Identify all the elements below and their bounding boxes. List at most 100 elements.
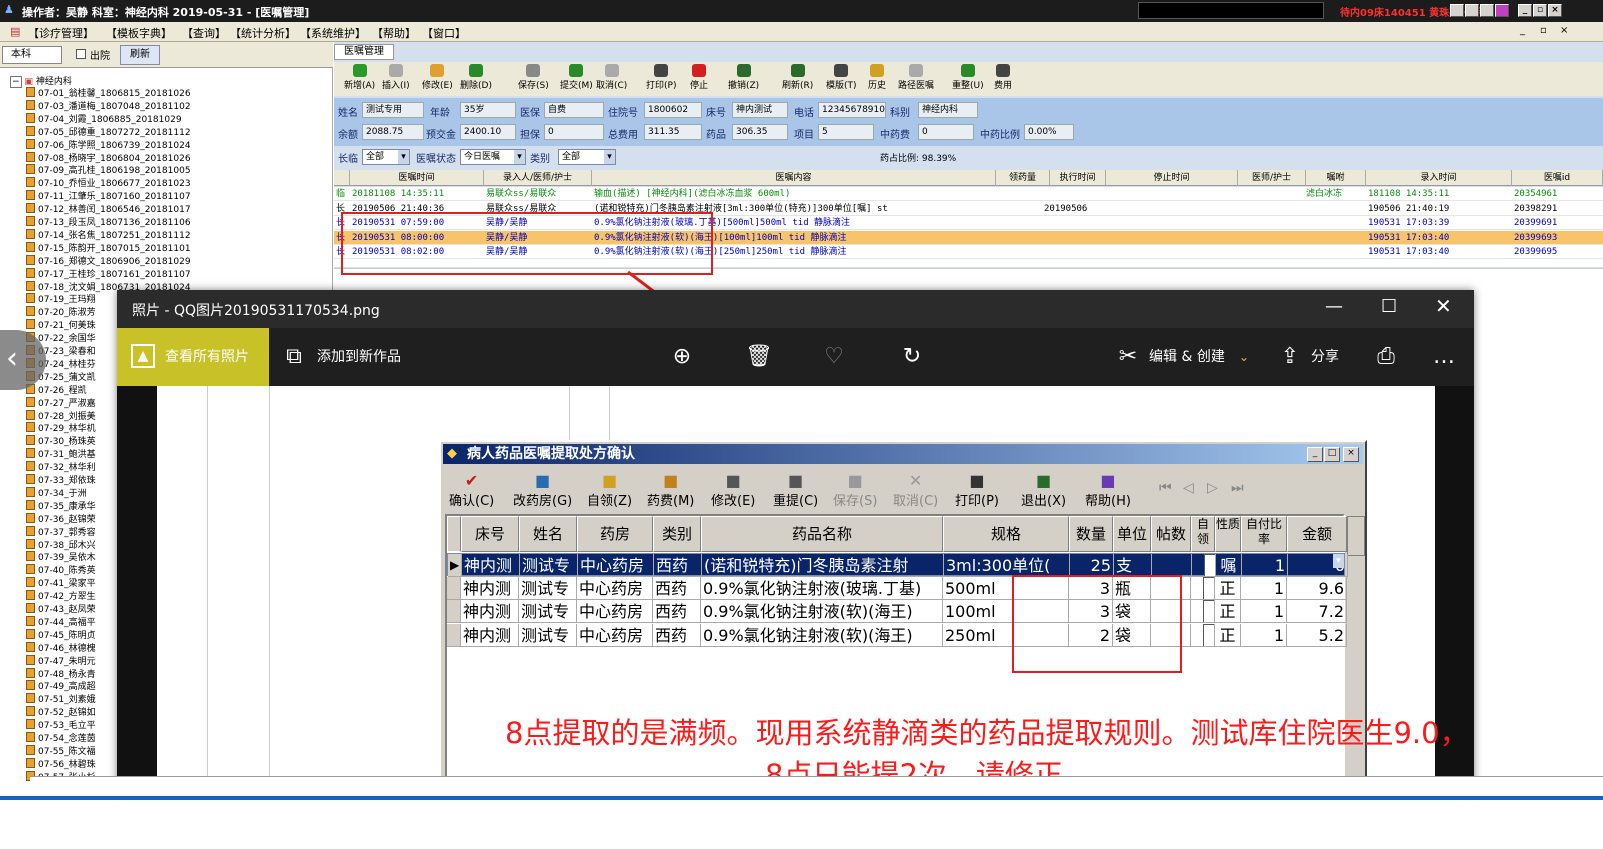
- dialog-toolbar-button-4[interactable]: ■ 修改(E): [711, 472, 755, 510]
- menu-query[interactable]: 【查询】: [182, 25, 226, 41]
- dialog-toolbar-button-7[interactable]: ✕ 取消(C): [893, 472, 938, 510]
- toolbar-button-2[interactable]: 修改(E): [422, 64, 453, 91]
- dialog-toolbar-button-1[interactable]: ■ 改药房(G): [513, 472, 572, 510]
- title-btn-3[interactable]: [1480, 4, 1494, 17]
- print-icon[interactable]: ⎙: [1373, 344, 1399, 370]
- dialog-toolbar-button-10[interactable]: ■ 帮助(H): [1085, 472, 1131, 510]
- prescription-row[interactable]: 神内测 测试专 中心药房 西药 0.9%氯化钠注射液(软)(海王) 250ml 2 袋正 1 5.…: [447, 623, 1347, 647]
- filter-status-select[interactable]: 今日医嘱: [460, 149, 526, 165]
- tree-patient-item[interactable]: 07-34_于洲: [26, 486, 87, 499]
- toolbar-button-6[interactable]: 取消(C): [596, 64, 627, 91]
- grid-header-cell[interactable]: 医嘱id: [1512, 170, 1603, 186]
- toolbar-button-12[interactable]: 历史: [868, 64, 886, 91]
- dialog-header-cell[interactable]: 姓名: [519, 516, 577, 552]
- discharge-checkbox[interactable]: [76, 49, 86, 59]
- prescription-row[interactable]: ▶ 神内测 测试专 中心药房 西药 (诺和锐特充)门冬胰岛素注射 3ml:300单位(25 支…: [447, 553, 1348, 577]
- menu-diagnosis[interactable]: 【诊疗管理】: [28, 25, 94, 41]
- mdi-restore-icon[interactable]: ▫: [1540, 25, 1547, 36]
- more-icon[interactable]: …: [1431, 344, 1457, 370]
- toolbar-button-10[interactable]: 刷新(R): [782, 64, 813, 91]
- prescription-cell-self[interactable]: [1192, 554, 1216, 577]
- tree-patient-item[interactable]: 07-10_乔恒业_1806677_20181023: [26, 176, 191, 189]
- photo-maximize-icon[interactable]: ☐: [1381, 296, 1397, 317]
- tree-patient-item[interactable]: 07-08_杨晓宇_1806804_20181026: [26, 151, 191, 164]
- edit-create-icon[interactable]: ✂: [1115, 344, 1141, 370]
- refresh-button[interactable]: 刷新: [120, 45, 160, 65]
- add-creation-label[interactable]: 添加到新作品: [317, 328, 401, 386]
- tree-patient-item[interactable]: 07-13_段玉凤_1807136_20181106: [26, 215, 191, 228]
- filter-category-select[interactable]: 全部: [558, 149, 616, 165]
- tree-patient-item[interactable]: 07-16_郑德文_1806906_20181029: [26, 254, 191, 267]
- favorite-icon[interactable]: ♡: [821, 344, 847, 370]
- tree-patient-item[interactable]: 07-21_何美珠: [26, 318, 96, 331]
- nav-icon-2[interactable]: ▷: [1207, 480, 1218, 496]
- mdi-close-icon[interactable]: ×: [1560, 25, 1568, 36]
- tree-patient-item[interactable]: 07-48_杨永青: [26, 667, 96, 680]
- tree-patient-item[interactable]: 07-31_鲍洪基: [26, 447, 96, 460]
- tab-order-management[interactable]: 医嘱管理: [334, 44, 394, 60]
- dialog-header-cell[interactable]: 单位: [1113, 516, 1151, 552]
- tree-patient-item[interactable]: 07-01_翁桂馨_1806815_20181026: [26, 86, 191, 99]
- tree-patient-item[interactable]: 07-44_高福平: [26, 615, 96, 628]
- tree-patient-item[interactable]: 07-27_严淑嘉: [26, 396, 96, 409]
- toolbar-button-1[interactable]: 插入(I): [382, 64, 410, 91]
- tree-patient-item[interactable]: 07-49_高成超: [26, 679, 96, 692]
- tree-patient-item[interactable]: 07-29_林华机: [26, 421, 96, 434]
- menu-help[interactable]: 【帮助】: [372, 25, 416, 41]
- prescription-cell-self[interactable]: [1191, 623, 1215, 647]
- order-row[interactable]: 临 20181108 14:35:11 易联众ss/易联众 输血(描述) [神经内科]…: [334, 187, 1603, 201]
- dialog-header-cell[interactable]: 药品名称: [701, 516, 943, 552]
- grid-header-cell[interactable]: [334, 170, 350, 186]
- tree-patient-item[interactable]: 07-17_王桂珍_1807161_20181107: [26, 267, 191, 280]
- dialog-header-cell[interactable]: 数量: [1069, 516, 1113, 552]
- rotate-icon[interactable]: ↻: [899, 344, 925, 370]
- tree-patient-item[interactable]: 07-37_郭秀容: [26, 525, 96, 538]
- menu-system[interactable]: 【系统维护】: [300, 25, 366, 41]
- tree-patient-item[interactable]: 07-46_林德槐: [26, 641, 96, 654]
- edit-create-label[interactable]: 编辑 & 创建: [1149, 328, 1225, 386]
- share-icon[interactable]: ⇪: [1277, 344, 1303, 370]
- dialog-toolbar-button-5[interactable]: ■ 重提(C): [773, 472, 818, 510]
- toolbar-button-4[interactable]: 保存(S): [518, 64, 549, 91]
- toolbar-button-14[interactable]: 重整(U): [952, 64, 984, 91]
- menu-statistics[interactable]: 【统计分析】: [230, 25, 296, 41]
- zoom-in-icon[interactable]: ⊕: [669, 344, 695, 370]
- tree-patient-item[interactable]: 07-54_念莲茵: [26, 731, 96, 744]
- prescription-cell-self[interactable]: [1191, 600, 1215, 623]
- toolbar-button-7[interactable]: 打印(P): [646, 64, 676, 91]
- restore-button[interactable]: ▫: [1533, 4, 1547, 17]
- grid-header-cell[interactable]: 执行时间: [1050, 170, 1106, 186]
- tree-patient-item[interactable]: 07-33_郑依珠: [26, 473, 96, 486]
- grid-header-cell[interactable]: 医嘱内容: [592, 170, 996, 186]
- tree-patient-item[interactable]: 07-55_陈文福: [26, 744, 96, 757]
- dialog-toolbar-button-3[interactable]: ■ 药费(M): [647, 472, 694, 510]
- dialog-header-cell[interactable]: 金额: [1287, 516, 1347, 552]
- dialog-header-cell[interactable]: 规格: [943, 516, 1069, 552]
- tree-patient-item[interactable]: 07-36_赵锦荣: [26, 512, 96, 525]
- tree-patient-item[interactable]: 07-14_张名焦_1807251_20181112: [26, 228, 191, 241]
- photo-minimize-icon[interactable]: —: [1325, 296, 1343, 317]
- close-button[interactable]: ×: [1548, 4, 1562, 17]
- title-btn-1[interactable]: [1450, 4, 1464, 17]
- self-collect-checkbox[interactable]: [1202, 576, 1214, 599]
- grid-header-cell[interactable]: 医师/护士: [1238, 170, 1306, 186]
- tree-patient-item[interactable]: 07-30_杨珠英: [26, 434, 96, 447]
- tree-patient-item[interactable]: 07-05_邱德重_1807272_20181112: [26, 125, 191, 138]
- add-creation-icon[interactable]: ⧉: [281, 344, 307, 370]
- nav-icon-1[interactable]: ◁: [1183, 480, 1194, 496]
- tree-patient-item[interactable]: 07-41_梁家平: [26, 576, 96, 589]
- dialog-header-cell[interactable]: 自领: [1191, 516, 1215, 552]
- self-collect-checkbox[interactable]: [1203, 554, 1215, 576]
- share-label[interactable]: 分享: [1311, 328, 1339, 386]
- tree-patient-item[interactable]: 07-15_陈韵开_1807015_20181101: [26, 241, 191, 254]
- tree-patient-item[interactable]: 07-43_赵凤荣: [26, 602, 96, 615]
- dialog-header-cell[interactable]: 类别: [653, 516, 701, 552]
- grid-header-cell[interactable]: 录入时间: [1366, 170, 1512, 186]
- menu-template[interactable]: 【模板字典】: [106, 25, 172, 41]
- self-collect-checkbox[interactable]: [1202, 623, 1214, 646]
- toolbar-button-9[interactable]: 撤销(Z): [728, 64, 759, 91]
- mdi-min-icon[interactable]: _: [1520, 25, 1525, 36]
- tree-patient-item[interactable]: 07-09_高孔桂_1806198_20181005: [26, 163, 191, 176]
- dialog-toolbar-button-9[interactable]: ■ 退出(X): [1021, 472, 1066, 510]
- tree-patient-item[interactable]: 07-39_吴依木: [26, 550, 96, 563]
